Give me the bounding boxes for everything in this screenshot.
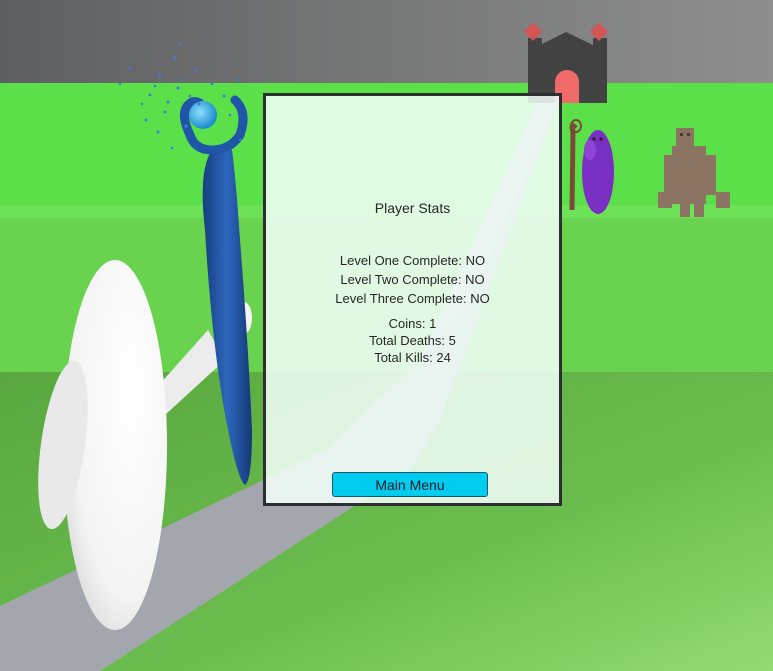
stat-label: Total Kills: — [374, 350, 433, 365]
level-completion-list: Level One Complete: NO Level Two Complet… — [266, 251, 559, 308]
level-two-status: Level Two Complete: NO — [266, 270, 559, 289]
level-label: Level One Complete: — [339, 253, 462, 268]
deaths-stat: Total Deaths: 5 — [266, 332, 559, 349]
castle-icon — [523, 22, 609, 103]
level-value: NO — [465, 253, 486, 268]
level-one-status: Level One Complete: NO — [266, 251, 559, 270]
stat-value: 1 — [429, 316, 437, 331]
totals-list: Coins: 1 Total Deaths: 5 Total Kills: 24 — [266, 315, 559, 366]
sky — [0, 0, 773, 85]
level-three-status: Level Three Complete: NO — [266, 289, 559, 308]
stat-value: 5 — [448, 333, 456, 348]
kills-stat: Total Kills: 24 — [266, 349, 559, 366]
player-stats-panel: Player Stats Level One Complete: NO Leve… — [263, 93, 562, 506]
stat-label: Coins: — [388, 316, 426, 331]
level-label: Level Two Complete: — [340, 272, 462, 287]
level-value: NO — [465, 272, 485, 287]
level-label: Level Three Complete: — [335, 291, 467, 306]
level-value: NO — [470, 291, 490, 306]
main-menu-button[interactable]: Main Menu — [332, 472, 488, 497]
coins-stat: Coins: 1 — [266, 315, 559, 332]
panel-title: Player Stats — [374, 200, 451, 216]
stat-label: Total Deaths: — [369, 333, 445, 348]
stat-value: 24 — [436, 350, 451, 365]
